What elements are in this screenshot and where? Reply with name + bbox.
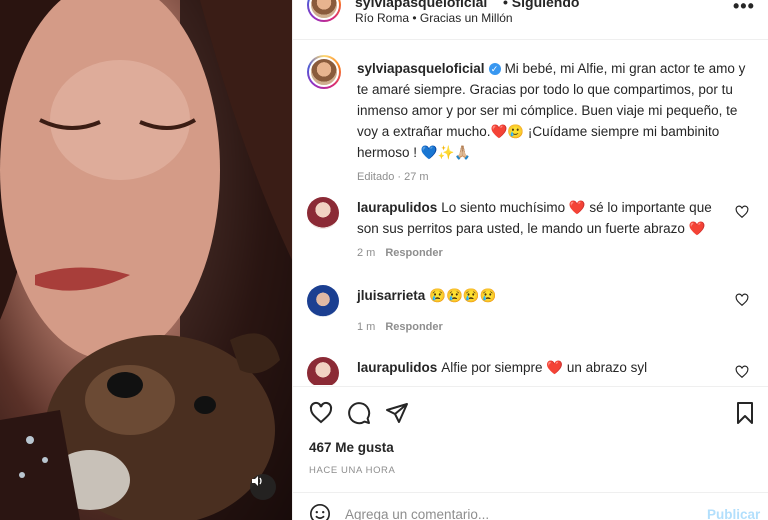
more-options-icon[interactable]: ••• — [733, 0, 755, 17]
likes-count[interactable]: 467 Me gusta — [309, 440, 394, 455]
comment-username[interactable]: jluisarrieta — [357, 288, 425, 303]
comment-like-heart-icon[interactable] — [735, 293, 749, 307]
caption-username[interactable]: sylviapasqueloficial — [357, 61, 485, 76]
comment-like-heart-icon[interactable] — [735, 205, 749, 219]
comment-time: 1 m — [357, 321, 376, 333]
caption-text-block: sylviapasqueloficial ✓ Mi bebé, mi Alfie, … — [357, 58, 747, 163]
caption-author-avatar[interactable] — [307, 55, 341, 89]
reply-button[interactable]: Responder — [385, 247, 442, 259]
following-status[interactable]: • Siguiendo — [503, 0, 579, 10]
author-avatar[interactable] — [307, 0, 341, 22]
commenter-avatar[interactable] — [307, 357, 339, 385]
commenter-avatar[interactable] — [307, 197, 339, 229]
comment-bubble-icon[interactable] — [347, 401, 371, 425]
audio-toggle-button[interactable] — [250, 474, 276, 500]
reply-button[interactable]: Responder — [385, 321, 442, 333]
caption-meta: Editado · 27 m — [357, 171, 429, 183]
comment-text-block: laurapulidos Lo siento muchísimo ❤️ sé lo… — [357, 197, 729, 239]
commenter-avatar[interactable] — [307, 285, 339, 317]
post-actions-bar — [293, 386, 768, 436]
post-location[interactable]: Río Roma • Gracias un Millón — [355, 11, 513, 25]
comment-meta: 2 m Responder — [357, 247, 443, 259]
save-bookmark-icon[interactable] — [733, 401, 757, 425]
like-heart-icon[interactable] — [309, 401, 333, 425]
post-timestamp[interactable]: HACE UNA HORA — [309, 465, 395, 476]
add-comment-bar: Publicar — [293, 492, 768, 520]
comment-text: 😢😢😢😢 — [429, 288, 497, 303]
comment-text-block: jluisarrieta 😢😢😢😢 — [357, 285, 729, 306]
share-paper-plane-icon[interactable] — [385, 401, 409, 425]
verified-badge-icon: ✓ — [488, 63, 501, 76]
post-header: sylviapasqueloficial • Siguiendo Río Rom… — [293, 0, 768, 40]
author-username[interactable]: sylviapasqueloficial — [355, 0, 487, 10]
comments-section[interactable]: sylviapasqueloficial ✓ Mi bebé, mi Alfie, … — [293, 41, 768, 385]
comment-input[interactable] — [345, 502, 685, 520]
volume-icon — [252, 476, 262, 486]
comment-meta: 1 m Responder — [357, 321, 443, 333]
post-side-panel: sylviapasqueloficial • Siguiendo Río Rom… — [292, 0, 768, 520]
publish-button[interactable]: Publicar — [707, 507, 760, 520]
comment-username[interactable]: laurapulidos — [357, 360, 437, 375]
post-video-frame — [0, 0, 292, 520]
post-media[interactable] — [0, 0, 292, 520]
comment-text: Alfie por siempre ❤️ un abrazo syl — [441, 360, 648, 375]
emoji-smiley-icon[interactable] — [309, 503, 331, 520]
comment-username[interactable]: laurapulidos — [357, 200, 437, 215]
comment-time: 2 m — [357, 247, 376, 259]
comment-like-heart-icon[interactable] — [735, 365, 749, 379]
comment-text-block: laurapulidos Alfie por siempre ❤️ un abra… — [357, 357, 729, 378]
